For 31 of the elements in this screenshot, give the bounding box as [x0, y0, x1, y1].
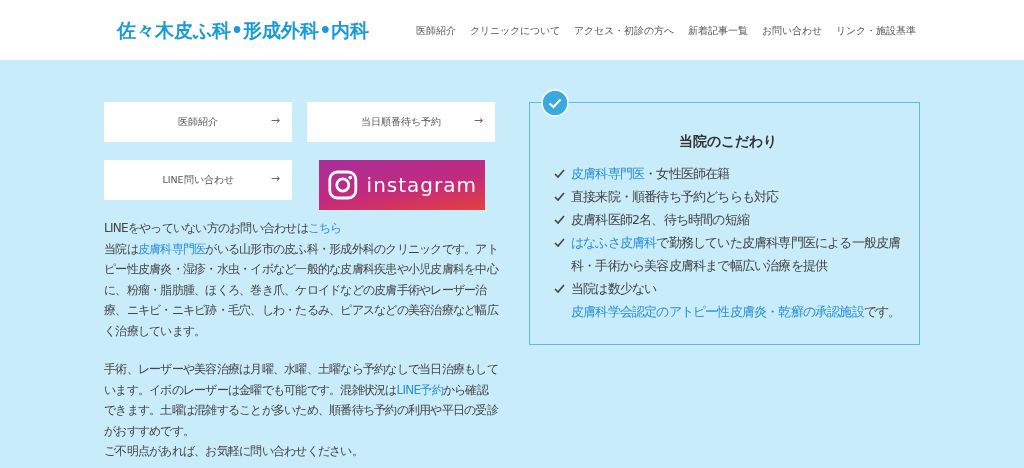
arrow-icon: →: [270, 171, 280, 188]
camera-icon: [327, 168, 359, 202]
feature-text: 直接来院・順番待ち予約どちらも対応: [571, 188, 779, 206]
feature-text: 皮膚科専門医・女性医師在籍: [571, 165, 730, 183]
panel-title: 当院のこだわり: [677, 132, 778, 151]
nav-link[interactable]: リンク・施設基準: [836, 22, 916, 38]
paragraph: 手術、レーザーや美容治療は月曜、水曜、土曜なら予約なしで当日治療もしています。イボのレーザーは金曜でも可能です。混雑状況はLINE予約から確認できます。土曜は混雑することが多いため、順番待ち予約の利用や平日の受診がおすすめです。: [104, 361, 499, 440]
feature-text: 当院は数少ない 皮膚科学会認定のアトピー性皮膚炎・乾癬の承認施設です。: [571, 280, 901, 321]
arrow-icon: →: [270, 113, 280, 130]
check-badge-icon: [541, 89, 569, 117]
check-icon: [554, 169, 565, 179]
feature-text: 皮膚科医師2名、待ち時間の短縮: [571, 211, 749, 229]
paragraph: 当院は皮膚科専門医がいる山形市の皮ふ科・形成外科のクリニックです。アトピー性皮膚炎・湿疹・水虫・イボなど一般的な皮膚科疾患や小児皮膚科を中心に、粉瘤・脂肪腫、ほくろ、巻き爪、ケロイドなどの皮膚手術やレーザー治療、ニキビ・ニキビ跡・毛穴、しわ・たるみ、ピアスなどの美容治療など幅広く治療しています。: [104, 240, 499, 340]
nav-link[interactable]: 新着記事一覧: [688, 22, 748, 38]
instagram-banner[interactable]: instagram: [319, 160, 485, 210]
link-button[interactable]: 当日順番待ち予約 →: [307, 102, 495, 142]
nav-link[interactable]: アクセス・初診の方へ: [574, 22, 674, 38]
nav-link[interactable]: クリニックについて: [470, 22, 560, 38]
paragraph: ご不明点があれば、お気軽に問い合わせください。: [104, 443, 364, 460]
link-button[interactable]: LINE問い合わせ →: [104, 160, 292, 200]
check-icon: [554, 238, 565, 248]
paragraph: LINEをやっていない方のお問い合わせはこちら: [104, 220, 343, 237]
nav-link[interactable]: お問い合わせ: [762, 22, 822, 38]
instagram-text: instagram: [366, 172, 477, 199]
link-button[interactable]: 医師紹介 →: [104, 102, 292, 142]
nav-link[interactable]: 医師紹介: [416, 22, 456, 38]
feature-text: はなふさ皮膚科で勤務していた皮膚科専門医による一般皮膚科・手術から美容皮膚科まで幅広い治療を提供: [571, 234, 901, 275]
check-icon: [554, 215, 565, 225]
check-icon: [554, 284, 565, 294]
check-icon: [554, 192, 565, 202]
arrow-icon: →: [473, 113, 483, 130]
